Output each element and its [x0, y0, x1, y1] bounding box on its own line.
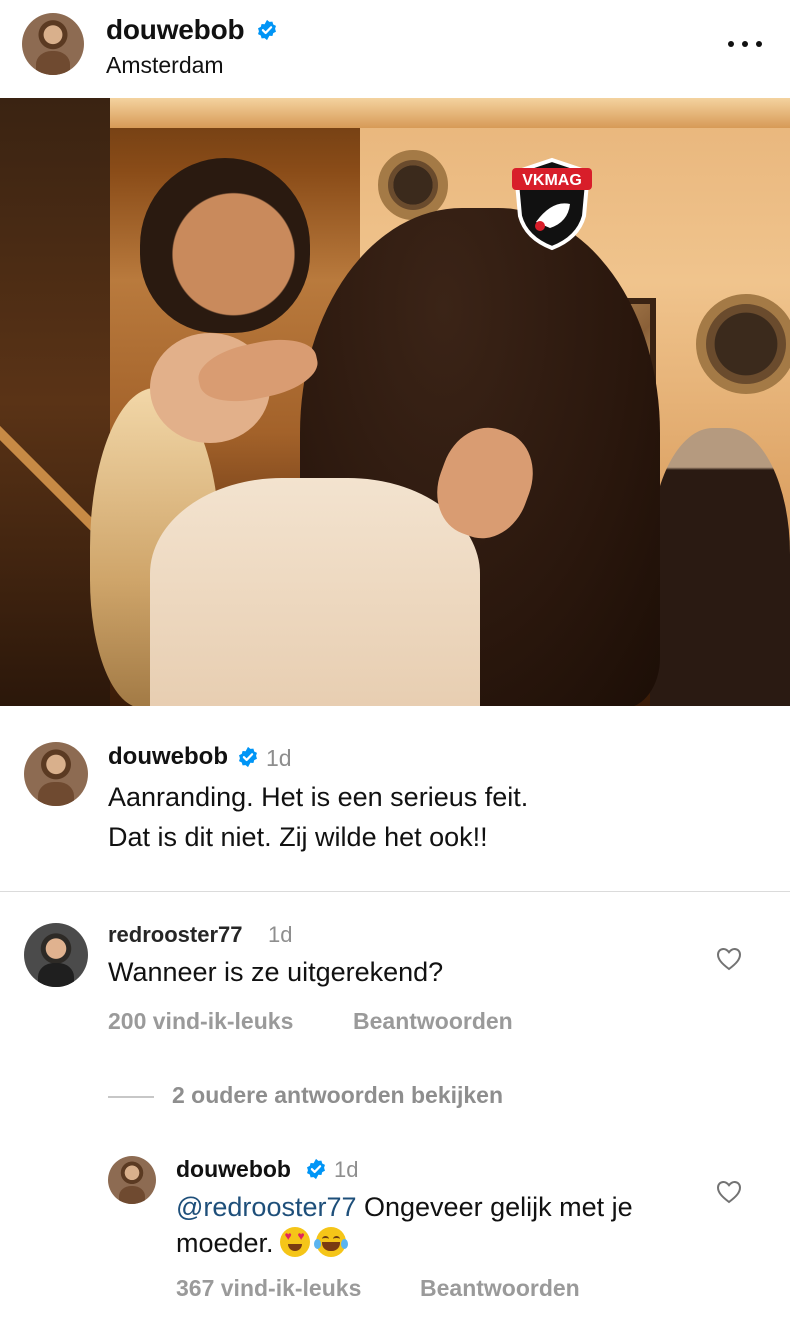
post-location[interactable]: Amsterdam	[106, 52, 224, 79]
heart-eyes-emoji-icon	[279, 1227, 310, 1257]
vkmag-watermark: VKMAG	[512, 157, 592, 251]
svg-text:VKMAG: VKMAG	[522, 172, 582, 189]
reply-username[interactable]: douwebob	[176, 1156, 291, 1183]
replies-divider-line	[108, 1096, 154, 1098]
reply-text-line-1: @redrooster77 Ongeveer gelijk met je	[176, 1192, 633, 1223]
instagram-post-page: douwebob Amsterdam VKMAG douwebob 1d Aan…	[0, 0, 790, 1327]
background-diner	[650, 428, 790, 706]
verified-badge-icon	[239, 746, 257, 768]
like-heart-icon[interactable]	[716, 947, 742, 971]
author-username[interactable]: douwebob	[106, 14, 245, 46]
caption-username[interactable]: douwebob	[108, 743, 228, 771]
caption-timestamp: 1d	[266, 745, 292, 771]
caption-text-line-1: Aanranding. Het is een serieus feit.	[108, 782, 529, 812]
comment-timestamp: 1d	[268, 922, 293, 947]
divider	[0, 891, 790, 892]
like-heart-icon[interactable]	[716, 1180, 742, 1204]
reply-text-line-2: moeder.	[176, 1227, 348, 1259]
post-caption: douwebob 1d Aanranding. Het is een serie…	[0, 706, 790, 892]
commenter-avatar[interactable]	[24, 923, 88, 987]
comment-likes[interactable]: 200 vind-ik-leuks	[108, 1008, 293, 1035]
post-header: douwebob Amsterdam	[0, 0, 790, 98]
comment-username[interactable]: redrooster77	[108, 922, 243, 948]
tears-of-joy-emoji-icon	[313, 1227, 348, 1257]
view-older-replies-button[interactable]: 2 oudere antwoorden bekijken	[172, 1082, 503, 1109]
caption-avatar[interactable]	[24, 742, 88, 806]
comment-reply-button[interactable]: Beantwoorden	[353, 1008, 513, 1035]
more-options-icon[interactable]	[722, 30, 768, 58]
reply-mention-link[interactable]: @redrooster77	[176, 1192, 357, 1222]
reply-timestamp: 1d	[334, 1157, 359, 1182]
reply-reply-button[interactable]: Beantwoorden	[420, 1275, 580, 1302]
reply-text-part: Ongeveer gelijk met je	[356, 1192, 633, 1222]
reply-avatar[interactable]	[108, 1156, 156, 1204]
caption-text-line-2: Dat is dit niet. Zij wilde het ook!!	[108, 822, 488, 852]
porthole-decor	[696, 294, 790, 394]
woman-figure	[150, 478, 480, 706]
post-photo[interactable]: VKMAG	[0, 98, 790, 706]
author-avatar[interactable]	[22, 13, 84, 75]
reply-likes[interactable]: 367 vind-ik-leuks	[176, 1275, 361, 1302]
reply-text-part: moeder.	[176, 1228, 274, 1258]
comment-text: Wanneer is ze uitgerekend?	[108, 957, 444, 987]
verified-badge-icon	[258, 19, 276, 41]
verified-badge-icon	[307, 1158, 325, 1180]
